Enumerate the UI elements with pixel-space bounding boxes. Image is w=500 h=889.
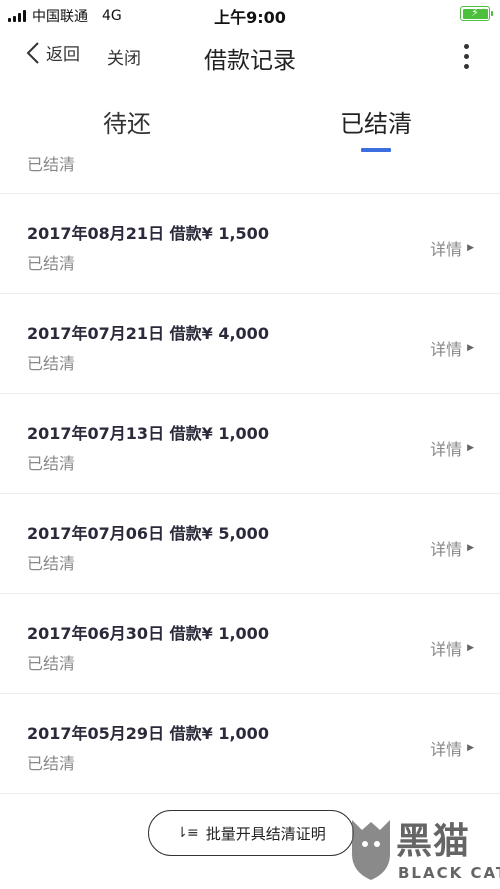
caret-right-icon: ▶ — [467, 243, 474, 253]
watermark-en-text: BLACK CAT — [398, 864, 500, 882]
loan-list[interactable]: 已结清 2017年08月21日 借款¥ 1,500 已结清 详情 ▶ 2017年0… — [0, 152, 500, 808]
loan-status: 已结清 — [27, 254, 76, 273]
detail-link[interactable]: 详情 ▶ — [430, 636, 474, 660]
list-item-partial[interactable]: 已结清 — [0, 152, 500, 194]
nav-bar: 返回 关闭 借款记录 — [0, 28, 500, 84]
detail-label: 详情 — [430, 540, 463, 559]
loan-status: 已结清 — [27, 354, 76, 373]
cat-shield-logo-icon — [352, 820, 390, 880]
tab-pending[interactable]: 待还 — [103, 104, 151, 139]
loan-title: 2017年07月21日 借款¥ 4,000 — [27, 324, 269, 343]
watermark-cn-text: 黑猫 — [396, 821, 471, 862]
detail-link[interactable]: 详情 ▶ — [430, 336, 474, 360]
bulk-button-label: 批量开具结清证明 — [205, 824, 326, 843]
loan-row[interactable]: 2017年06月30日 借款¥ 1,000 已结清 详情 ▶ — [0, 594, 500, 694]
page-title: 借款记录 — [204, 48, 296, 74]
loan-row[interactable]: 2017年07月21日 借款¥ 4,000 已结清 详情 ▶ — [0, 294, 500, 394]
detail-link[interactable]: 详情 ▶ — [430, 736, 474, 760]
loan-status: 已结清 — [27, 654, 76, 673]
bulk-settlement-certificate-button[interactable]: ⇂≡ 批量开具结清证明 — [148, 810, 354, 856]
loan-title: 2017年06月30日 借款¥ 1,000 — [27, 624, 269, 643]
status-bar: 中国联通 4G 上午9:00 ⚡ — [0, 0, 500, 28]
caret-right-icon: ▶ — [467, 343, 474, 353]
battery-icon: ⚡ — [460, 6, 493, 21]
tab-active-indicator — [361, 148, 391, 152]
loan-row[interactable]: 2017年05月29日 借款¥ 1,000 已结清 详情 ▶ — [0, 694, 500, 794]
caret-right-icon: ▶ — [467, 643, 474, 653]
loan-title: 2017年07月06日 借款¥ 5,000 — [27, 524, 269, 543]
detail-label: 详情 — [430, 740, 463, 759]
sort-icon: ⇂≡ — [176, 825, 198, 841]
detail-label: 详情 — [430, 440, 463, 459]
loan-title: 2017年08月21日 借款¥ 1,500 — [27, 224, 269, 243]
loan-status: 已结清 — [27, 454, 76, 473]
loan-row[interactable]: 2017年07月06日 借款¥ 5,000 已结清 详情 ▶ — [0, 494, 500, 594]
loan-status: 已结清 — [27, 554, 76, 573]
tab-bar: 待还 已结清 — [0, 88, 500, 152]
detail-label: 详情 — [430, 340, 463, 359]
loan-row[interactable]: 2017年07月13日 借款¥ 1,000 已结清 详情 ▶ — [0, 394, 500, 494]
caret-right-icon: ▶ — [467, 443, 474, 453]
loan-title: 2017年05月29日 借款¥ 1,000 — [27, 724, 269, 743]
detail-link[interactable]: 详情 ▶ — [430, 236, 474, 260]
caret-right-icon: ▶ — [467, 543, 474, 553]
loan-status: 已结清 — [27, 155, 76, 174]
detail-label: 详情 — [430, 240, 463, 259]
loan-title: 2017年07月13日 借款¥ 1,000 — [27, 424, 269, 443]
caret-right-icon: ▶ — [467, 743, 474, 753]
status-time: 上午9:00 — [214, 8, 286, 27]
loan-row[interactable]: 2017年08月21日 借款¥ 1,500 已结清 详情 ▶ — [0, 194, 500, 294]
detail-link[interactable]: 详情 ▶ — [430, 536, 474, 560]
loan-status: 已结清 — [27, 754, 76, 773]
more-menu-icon[interactable] — [462, 44, 470, 69]
tab-settled[interactable]: 已结清 — [340, 104, 412, 139]
detail-link[interactable]: 详情 ▶ — [430, 436, 474, 460]
detail-label: 详情 — [430, 640, 463, 659]
black-cat-watermark: 黑猫 BLACK CAT — [348, 812, 500, 888]
